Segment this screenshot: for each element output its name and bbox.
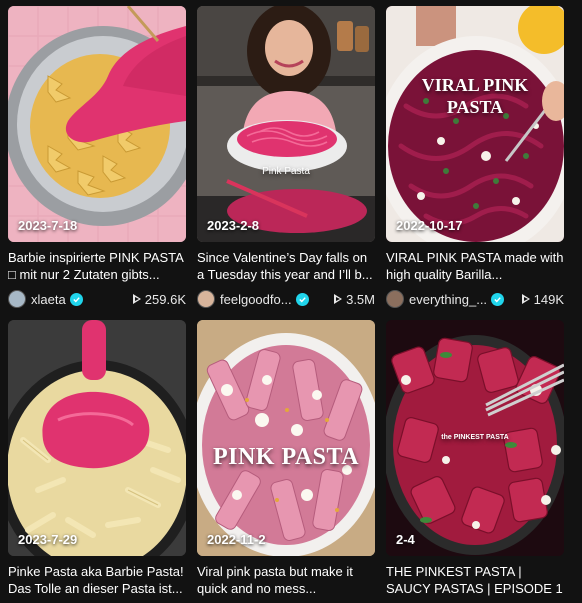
thumbnail-overlay-text: VIRAL PINK PASTA	[421, 75, 529, 117]
video-meta: everything_... 149K	[386, 289, 564, 309]
thumbnail-image	[197, 320, 375, 556]
video-card[interactable]: PINK PASTA 2022-11-2 Viral pink pasta bu…	[197, 320, 375, 597]
author-name[interactable]: xlaeta	[31, 292, 66, 307]
verified-check-icon	[295, 292, 309, 306]
video-caption[interactable]: THE PINKEST PASTA | SAUCY PASTAS | EPISO…	[386, 563, 564, 597]
video-date: 2-4	[396, 532, 415, 547]
thumbnail-image	[197, 6, 375, 242]
video-meta: feelgoodfo... 3.5M	[197, 289, 375, 309]
video-thumbnail[interactable]: 2023-7-18	[8, 6, 186, 242]
video-card[interactable]: the PINKEST PASTA 2-4 THE PINKEST PASTA …	[386, 320, 564, 597]
video-thumbnail[interactable]: 2023-7-29	[8, 320, 186, 556]
video-card[interactable]: VIRAL PINK PASTA 2022-10-17 VIRAL PINK P…	[386, 6, 564, 309]
video-caption[interactable]: Since Valentine’s Day falls on a Tuesday…	[197, 249, 375, 283]
play-icon	[334, 294, 343, 304]
play-icon	[521, 294, 530, 304]
view-count: 259.6K	[144, 291, 186, 307]
video-card[interactable]: Pink Pasta 2023-2-8 Since Valentine’s Da…	[197, 6, 375, 309]
verified-check-icon	[491, 292, 505, 306]
video-caption[interactable]: Viral pink pasta but make it quick and n…	[197, 563, 375, 597]
thumbnail-overlay-text: PINK PASTA	[212, 444, 360, 470]
video-card[interactable]: 2023-7-18 Barbie inspirierte PINK PASTA …	[8, 6, 186, 309]
video-date: 2023-7-29	[18, 532, 78, 547]
avatar[interactable]	[386, 290, 404, 308]
video-date: 2023-2-8	[207, 218, 260, 233]
video-date: 2022-10-17	[396, 218, 463, 233]
view-count: 3.5M	[346, 291, 375, 307]
thumbnail-image	[8, 6, 186, 242]
verified-check-icon	[69, 292, 83, 306]
video-caption[interactable]: Barbie inspirierte PINK PASTA □ mit nur …	[8, 249, 186, 283]
video-thumbnail[interactable]: Pink Pasta 2023-2-8	[197, 6, 375, 242]
video-caption[interactable]: Pinke Pasta aka Barbie Pasta! Das Tolle …	[8, 563, 186, 597]
avatar[interactable]	[197, 290, 215, 308]
video-date: 2022-11-2	[207, 532, 266, 547]
author-name[interactable]: everything_...	[409, 292, 487, 307]
thumbnail-overlay-text: Pink Pasta	[262, 166, 310, 177]
avatar[interactable]	[8, 290, 26, 308]
video-thumbnail[interactable]: the PINKEST PASTA 2-4	[386, 320, 564, 556]
video-caption[interactable]: VIRAL PINK PASTA made with high quality …	[386, 249, 564, 283]
thumbnail-overlay-text: the PINKEST PASTA	[441, 434, 509, 441]
video-meta: xlaeta 259.6K	[8, 289, 186, 309]
video-thumbnail[interactable]: VIRAL PINK PASTA 2022-10-17	[386, 6, 564, 242]
video-date: 2023-7-18	[18, 218, 78, 233]
thumbnail-image	[386, 6, 564, 242]
video-card[interactable]: 2023-7-29 Pinke Pasta aka Barbie Pasta! …	[8, 320, 186, 597]
video-thumbnail[interactable]: PINK PASTA 2022-11-2	[197, 320, 375, 556]
author-name[interactable]: feelgoodfo...	[220, 292, 292, 307]
view-count: 149K	[533, 291, 564, 307]
thumbnail-image	[8, 320, 186, 556]
play-icon	[132, 294, 141, 304]
